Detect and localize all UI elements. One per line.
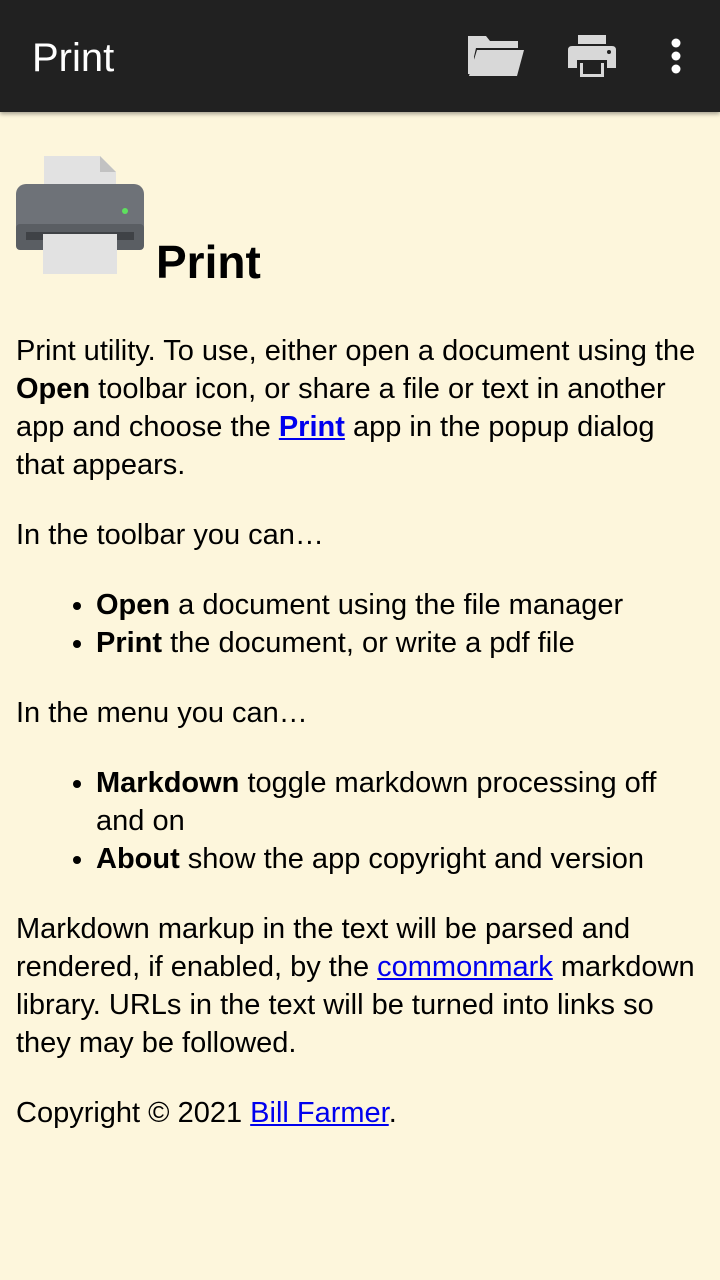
list-item-bold: Print xyxy=(96,627,163,659)
printer-icon xyxy=(16,156,144,274)
copyright-paragraph: Copyright © 2021 Bill Farmer. xyxy=(16,1094,704,1132)
open-button[interactable] xyxy=(460,24,532,88)
copyright-period: . xyxy=(388,1097,397,1129)
toolbar: Print xyxy=(0,0,720,112)
list-item: Open a document using the file manager xyxy=(96,586,704,624)
intro-paragraph: Print utility. To use, either open a doc… xyxy=(16,332,704,484)
list-item: Print the document, or write a pdf file xyxy=(96,624,704,662)
list-item-bold: About xyxy=(96,843,180,875)
toolbar-list: Open a document using the file manager P… xyxy=(16,586,704,662)
list-item-text: show the app copyright and version xyxy=(179,843,645,875)
toolbar-title: Print xyxy=(32,36,115,80)
intro-text-1: Print utility. To use, either open a doc… xyxy=(16,335,696,367)
commonmark-link[interactable]: commonmark xyxy=(377,951,553,983)
more-vert-icon xyxy=(671,38,681,74)
toolbar-heading: In the toolbar you can… xyxy=(16,519,324,551)
overflow-menu-button[interactable] xyxy=(652,24,700,88)
intro-open-bold: Open xyxy=(16,373,91,405)
list-item: Markdown toggle markdown processing off … xyxy=(96,764,704,840)
list-item: About show the app copyright and version xyxy=(96,840,704,878)
menu-list: Markdown toggle markdown processing off … xyxy=(16,764,704,878)
help-header: Print xyxy=(16,112,704,296)
help-title: Print xyxy=(156,236,261,288)
print-link[interactable]: Print xyxy=(279,411,345,443)
copyright-text: Copyright © 2021 xyxy=(16,1097,251,1129)
markdown-paragraph: Markdown markup in the text will be pars… xyxy=(16,910,704,1062)
menu-heading: In the menu you can… xyxy=(16,697,308,729)
list-item-text: a document using the file manager xyxy=(170,589,624,621)
print-icon xyxy=(568,35,616,77)
author-link[interactable]: Bill Farmer xyxy=(250,1097,389,1129)
list-item-bold: Open xyxy=(96,589,171,621)
list-item-text: the document, or write a pdf file xyxy=(162,627,575,659)
folder-open-icon xyxy=(468,36,524,76)
help-content: Print Print utility. To use, either open… xyxy=(16,112,704,1132)
print-button[interactable] xyxy=(560,24,624,88)
list-item-bold: Markdown xyxy=(96,767,240,799)
